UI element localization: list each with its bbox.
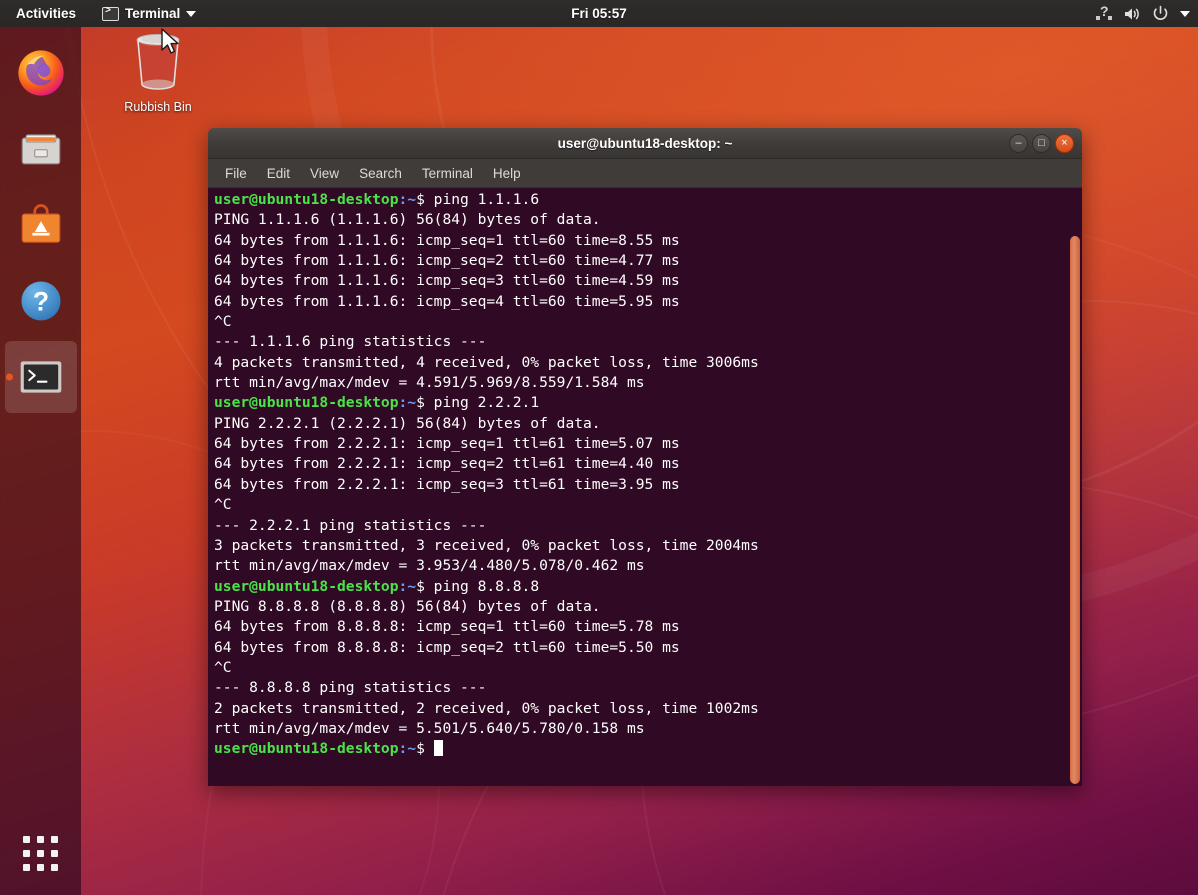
terminal-output-line: 64 bytes from 1.1.1.6: icmp_seq=2 ttl=60…: [214, 251, 1082, 271]
dock-item-terminal[interactable]: [5, 341, 77, 413]
terminal-output-line: PING 2.2.2.1 (2.2.2.1) 56(84) bytes of d…: [214, 414, 1082, 434]
dock: ?: [0, 27, 81, 895]
apps-grid-icon: [23, 836, 58, 871]
terminal-output-line: --- 2.2.2.1 ping statistics ---: [214, 516, 1082, 536]
terminal-output-line: 2 packets transmitted, 2 received, 0% pa…: [214, 699, 1082, 719]
app-menu-label: Terminal: [125, 6, 180, 21]
close-button[interactable]: ×: [1055, 134, 1074, 153]
activities-button[interactable]: Activities: [10, 3, 82, 24]
terminal-prompt-line: user@ubuntu18-desktop:~$ ping 1.1.1.6: [214, 190, 1082, 210]
terminal-output-line: 64 bytes from 2.2.2.1: icmp_seq=3 ttl=61…: [214, 475, 1082, 495]
prompt-command: $ ping 8.8.8.8: [416, 578, 539, 595]
rubbish-bin-icon: [129, 30, 187, 92]
svg-text:?: ?: [32, 286, 48, 316]
terminal-output: user@ubuntu18-desktop:~$ ping 1.1.1.6PIN…: [211, 190, 1082, 760]
chevron-down-icon: [186, 11, 196, 17]
terminal-output-line: PING 1.1.1.6 (1.1.1.6) 56(84) bytes of d…: [214, 210, 1082, 230]
prompt-user-host: user@ubuntu18-desktop: [214, 394, 399, 411]
prompt-command: $ ping 2.2.2.1: [416, 394, 539, 411]
terminal-titlebar[interactable]: user@ubuntu18-desktop: ~ – □ ×: [208, 128, 1082, 159]
terminal-output-line: PING 8.8.8.8 (8.8.8.8) 56(84) bytes of d…: [214, 597, 1082, 617]
terminal-output-line: rtt min/avg/max/mdev = 4.591/5.969/8.559…: [214, 373, 1082, 393]
terminal-body[interactable]: user@ubuntu18-desktop:~$ ping 1.1.1.6PIN…: [208, 188, 1082, 786]
terminal-output-line: --- 8.8.8.8 ping statistics ---: [214, 678, 1082, 698]
desktop-icon-rubbish-bin[interactable]: Rubbish Bin: [112, 30, 204, 114]
terminal-output-line: --- 1.1.1.6 ping statistics ---: [214, 332, 1082, 352]
terminal-output-line: ^C: [214, 495, 1082, 515]
top-bar: Activities Terminal Fri 05:57 ?: [0, 0, 1198, 27]
desktop: Activities Terminal Fri 05:57 ?: [0, 0, 1198, 895]
terminal-icon: [16, 352, 66, 402]
window-title: user@ubuntu18-desktop: ~: [558, 136, 733, 151]
prompt-user-host: user@ubuntu18-desktop: [214, 191, 399, 208]
network-unknown-icon[interactable]: ?: [1096, 6, 1112, 21]
terminal-output-line: 3 packets transmitted, 3 received, 0% pa…: [214, 536, 1082, 556]
dock-item-files[interactable]: [5, 113, 77, 185]
terminal-icon: [102, 7, 119, 21]
menu-search[interactable]: Search: [356, 164, 405, 183]
prompt-user-host: user@ubuntu18-desktop: [214, 740, 399, 757]
system-indicators[interactable]: ?: [1096, 0, 1190, 27]
rubbish-bin-label: Rubbish Bin: [112, 100, 204, 114]
terminal-scrollbar[interactable]: [1068, 188, 1082, 786]
menu-file[interactable]: File: [222, 164, 250, 183]
prompt-command: $: [416, 740, 434, 757]
terminal-output-line: 64 bytes from 1.1.1.6: icmp_seq=3 ttl=60…: [214, 271, 1082, 291]
menu-help[interactable]: Help: [490, 164, 524, 183]
terminal-output-line: ^C: [214, 312, 1082, 332]
app-menu-terminal[interactable]: Terminal: [96, 3, 202, 24]
prompt-path: :~: [399, 578, 417, 595]
volume-icon[interactable]: [1123, 6, 1141, 22]
window-controls: – □ ×: [1009, 128, 1074, 159]
clock[interactable]: Fri 05:57: [563, 3, 635, 24]
prompt-path: :~: [399, 740, 417, 757]
terminal-output-line: 4 packets transmitted, 4 received, 0% pa…: [214, 353, 1082, 373]
terminal-window[interactable]: user@ubuntu18-desktop: ~ – □ × File Edit…: [208, 128, 1082, 786]
help-icon: ?: [16, 276, 66, 326]
activities-label: Activities: [16, 6, 76, 21]
dock-item-help[interactable]: ?: [5, 265, 77, 337]
power-icon[interactable]: [1152, 5, 1169, 22]
terminal-scrollbar-thumb[interactable]: [1070, 236, 1080, 784]
show-applications-button[interactable]: [0, 823, 81, 883]
menu-terminal[interactable]: Terminal: [419, 164, 476, 183]
dock-item-firefox[interactable]: [5, 37, 77, 109]
prompt-command: $ ping 1.1.1.6: [416, 191, 539, 208]
maximize-button[interactable]: □: [1032, 134, 1051, 153]
prompt-path: :~: [399, 191, 417, 208]
terminal-output-line: 64 bytes from 8.8.8.8: icmp_seq=1 ttl=60…: [214, 617, 1082, 637]
minimize-button[interactable]: –: [1009, 134, 1028, 153]
terminal-cursor: [434, 740, 443, 756]
terminal-output-line: 64 bytes from 2.2.2.1: icmp_seq=2 ttl=61…: [214, 454, 1082, 474]
terminal-prompt-line: user@ubuntu18-desktop:~$ ping 8.8.8.8: [214, 577, 1082, 597]
terminal-prompt-line: user@ubuntu18-desktop:~$: [214, 739, 1082, 759]
prompt-path: :~: [399, 394, 417, 411]
terminal-output-line: ^C: [214, 658, 1082, 678]
terminal-output-line: 64 bytes from 2.2.2.1: icmp_seq=1 ttl=61…: [214, 434, 1082, 454]
chevron-down-icon[interactable]: [1180, 11, 1190, 17]
terminal-output-line: rtt min/avg/max/mdev = 3.953/4.480/5.078…: [214, 556, 1082, 576]
terminal-output-line: 64 bytes from 1.1.1.6: icmp_seq=1 ttl=60…: [214, 231, 1082, 251]
dock-item-ubuntu-software[interactable]: [5, 189, 77, 261]
prompt-user-host: user@ubuntu18-desktop: [214, 578, 399, 595]
files-icon: [16, 124, 66, 174]
firefox-icon: [16, 48, 66, 98]
ubuntu-software-icon: [16, 200, 66, 250]
terminal-menubar: File Edit View Search Terminal Help: [208, 159, 1082, 188]
terminal-output-line: 64 bytes from 1.1.1.6: icmp_seq=4 ttl=60…: [214, 292, 1082, 312]
terminal-output-line: rtt min/avg/max/mdev = 5.501/5.640/5.780…: [214, 719, 1082, 739]
menu-edit[interactable]: Edit: [264, 164, 293, 183]
terminal-prompt-line: user@ubuntu18-desktop:~$ ping 2.2.2.1: [214, 393, 1082, 413]
terminal-output-line: 64 bytes from 8.8.8.8: icmp_seq=2 ttl=60…: [214, 638, 1082, 658]
menu-view[interactable]: View: [307, 164, 342, 183]
